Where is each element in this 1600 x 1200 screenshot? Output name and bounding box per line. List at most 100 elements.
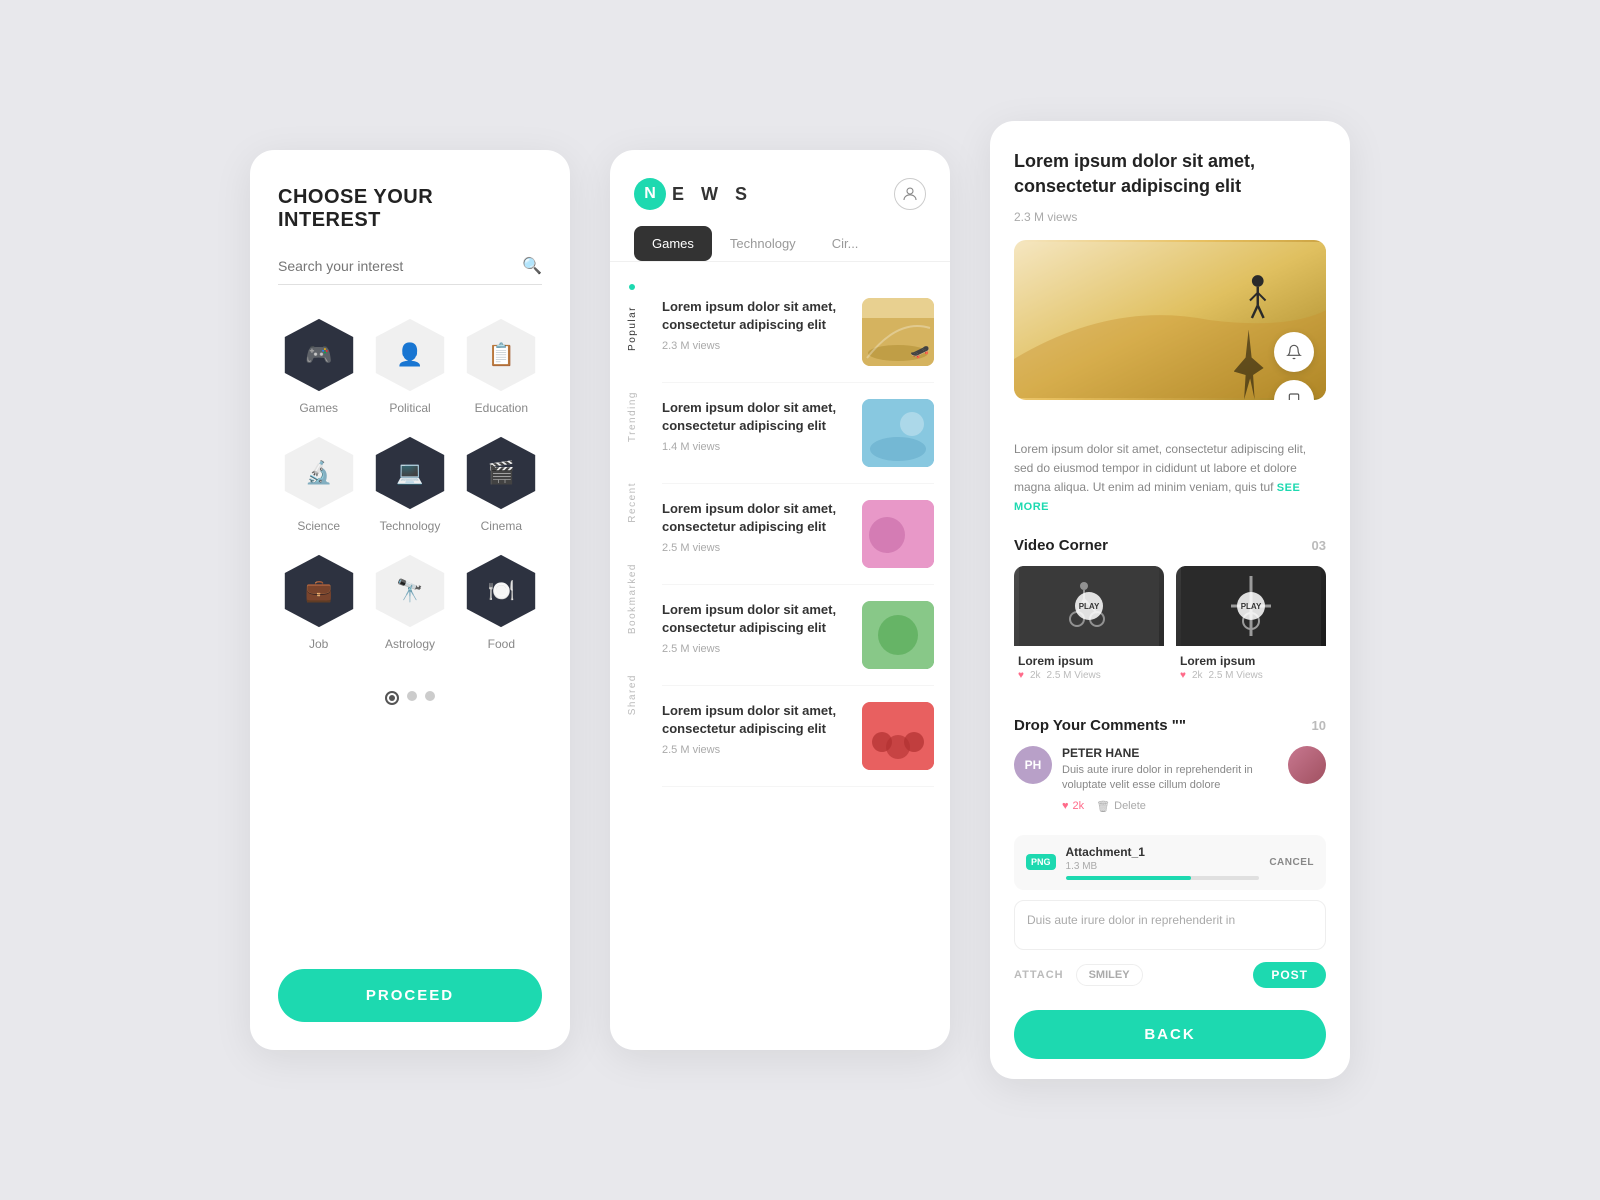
attachment-bar: PNG Attachment_1 1.3 MB CANCEL	[1014, 835, 1326, 890]
tab-technology[interactable]: Technology	[712, 226, 814, 261]
comment-delete-1[interactable]: 🗑 Delete	[1096, 800, 1146, 813]
dot-navigation	[278, 691, 542, 705]
video-name-1: Lorem ipsum	[1018, 654, 1160, 668]
dot-2[interactable]	[407, 691, 417, 701]
interest-item-astrology[interactable]: 🔭 Astrology	[369, 553, 450, 651]
food-icon: 🍽️	[488, 578, 515, 604]
science-icon: 🔬	[305, 460, 332, 486]
comments-title: Drop Your Comments ""	[1014, 717, 1186, 734]
video-card-2[interactable]: PLAY Lorem ipsum ♥ 2k 2.5 M Views	[1176, 566, 1326, 685]
interest-item-games[interactable]: 🎮 Games	[278, 317, 359, 415]
video-card-1[interactable]: PLAY Lorem ipsum ♥ 2k 2.5 M Views	[1014, 566, 1164, 685]
trash-icon: 🗑	[1096, 800, 1110, 813]
interest-item-cinema[interactable]: 🎬 Cinema	[461, 435, 542, 533]
news-sidebar: Popular Trending Recent Bookmarked Share…	[610, 274, 654, 1038]
comment-like-1[interactable]: ♥ 2k	[1062, 800, 1084, 812]
panel-article-detail: Lorem ipsum dolor sit amet, consectetur …	[990, 121, 1350, 1079]
search-bar: 🔍	[278, 256, 542, 285]
news-card-views-5: 2.5 M views	[662, 744, 850, 756]
post-button[interactable]: POST	[1253, 962, 1326, 988]
interest-item-science[interactable]: 🔬 Science	[278, 435, 359, 533]
news-card-views-2: 1.4 M views	[662, 441, 850, 453]
video-corner-title: Video Corner	[1014, 537, 1108, 554]
panel-news: N E W S Games Technology Cir... Popular …	[610, 150, 950, 1050]
news-tabs: Games Technology Cir...	[610, 226, 950, 262]
video-stats-1: ♥ 2k 2.5 M Views	[1018, 670, 1160, 681]
news-card-img-2	[862, 399, 934, 467]
news-card-3[interactable]: Lorem ipsum dolor sit amet, consectetur …	[662, 484, 934, 585]
article-body-text: Lorem ipsum dolor sit amet, consectetur …	[1014, 440, 1326, 518]
cinema-icon: 🎬	[488, 460, 515, 486]
political-icon: 👤	[396, 342, 423, 368]
video-info-1: Lorem ipsum ♥ 2k 2.5 M Views	[1014, 646, 1164, 685]
smiley-button[interactable]: SMILEY	[1076, 964, 1143, 986]
news-logo-text: E W S	[672, 184, 753, 205]
sidebar-item-popular[interactable]: Popular	[627, 286, 638, 371]
interest-label-technology: Technology	[380, 519, 441, 533]
video-info-2: Lorem ipsum ♥ 2k 2.5 M Views	[1176, 646, 1326, 685]
bookmark-button[interactable]	[1274, 380, 1314, 400]
technology-icon: 💻	[396, 460, 423, 486]
search-input[interactable]	[278, 258, 522, 274]
news-card-views-3: 2.5 M views	[662, 542, 850, 554]
png-badge: PNG	[1026, 854, 1056, 870]
attachment-name: Attachment_1	[1066, 845, 1260, 859]
article-hero-image	[1014, 240, 1326, 400]
sidebar-item-recent[interactable]: Recent	[627, 462, 638, 543]
video-name-2: Lorem ipsum	[1180, 654, 1322, 668]
back-button[interactable]: BACK	[1014, 1010, 1326, 1059]
news-list: Lorem ipsum dolor sit amet, consectetur …	[654, 274, 950, 1038]
interest-item-political[interactable]: 👤 Political	[369, 317, 450, 415]
notification-button[interactable]	[1274, 332, 1314, 372]
news-card-1[interactable]: Lorem ipsum dolor sit amet, consectetur …	[662, 282, 934, 383]
interest-label-astrology: Astrology	[385, 637, 435, 651]
comment-name-1: PETER HANE	[1062, 746, 1278, 760]
news-logo: N E W S	[634, 178, 753, 210]
tab-games[interactable]: Games	[634, 226, 712, 261]
dot-1[interactable]	[385, 691, 399, 705]
comment-toolbar: ATTACH SMILEY POST	[1014, 962, 1326, 988]
sidebar-item-shared[interactable]: Shared	[627, 654, 638, 735]
video-stats-2: ♥ 2k 2.5 M Views	[1180, 670, 1322, 681]
news-card-img-4	[862, 601, 934, 669]
interest-grid: 🎮 Games 👤 Political 📋 Education	[278, 317, 542, 651]
dot-3[interactable]	[425, 691, 435, 701]
interest-label-job: Job	[309, 637, 328, 651]
comment-input[interactable]: Duis aute irure dolor in reprehenderit i…	[1014, 900, 1326, 950]
interest-item-job[interactable]: 💼 Job	[278, 553, 359, 651]
proceed-button[interactable]: PROCEED	[278, 969, 542, 1022]
user-avatar-icon[interactable]	[894, 178, 926, 210]
attachment-info: Attachment_1 1.3 MB	[1066, 845, 1260, 880]
news-card-5[interactable]: Lorem ipsum dolor sit amet, consectetur …	[662, 686, 934, 787]
video-grid: PLAY Lorem ipsum ♥ 2k 2.5 M Views	[1014, 566, 1326, 685]
interest-item-technology[interactable]: 💻 Technology	[369, 435, 450, 533]
comments-count: 10	[1312, 718, 1326, 733]
comment-avatar-sa	[1288, 746, 1326, 784]
article-title: Lorem ipsum dolor sit amet, consectetur …	[1014, 149, 1326, 199]
interest-item-food[interactable]: 🍽️ Food	[461, 553, 542, 651]
sidebar-item-trending[interactable]: Trending	[627, 371, 638, 462]
news-card-title-2: Lorem ipsum dolor sit amet, consectetur …	[662, 399, 850, 435]
education-icon: 📋	[488, 342, 515, 368]
heart-icon: ♥	[1062, 800, 1069, 812]
interest-label-games: Games	[299, 401, 338, 415]
attach-label[interactable]: ATTACH	[1014, 969, 1064, 981]
astrology-icon: 🔭	[396, 578, 423, 604]
news-card-img-3	[862, 500, 934, 568]
comment-body-1: PETER HANE Duis aute irure dolor in repr…	[1062, 746, 1278, 813]
attachment-size: 1.3 MB	[1066, 861, 1260, 872]
attachment-progress-bar	[1066, 876, 1260, 880]
news-card-img-1	[862, 298, 934, 366]
interest-item-education[interactable]: 📋 Education	[461, 317, 542, 415]
interest-label-food: Food	[488, 637, 515, 651]
news-card-content-2: Lorem ipsum dolor sit amet, consectetur …	[662, 399, 850, 453]
news-card-content-4: Lorem ipsum dolor sit amet, consectetur …	[662, 601, 850, 655]
comments-header: Drop Your Comments "" 10	[1014, 717, 1326, 734]
tab-more[interactable]: Cir...	[814, 226, 877, 261]
sidebar-item-bookmarked[interactable]: Bookmarked	[627, 543, 638, 654]
comment-avatar-ph: PH	[1014, 746, 1052, 784]
news-card-4[interactable]: Lorem ipsum dolor sit amet, consectetur …	[662, 585, 934, 686]
cancel-attachment-button[interactable]: CANCEL	[1269, 857, 1314, 868]
news-logo-letter: N	[634, 178, 666, 210]
news-card-2[interactable]: Lorem ipsum dolor sit amet, consectetur …	[662, 383, 934, 484]
